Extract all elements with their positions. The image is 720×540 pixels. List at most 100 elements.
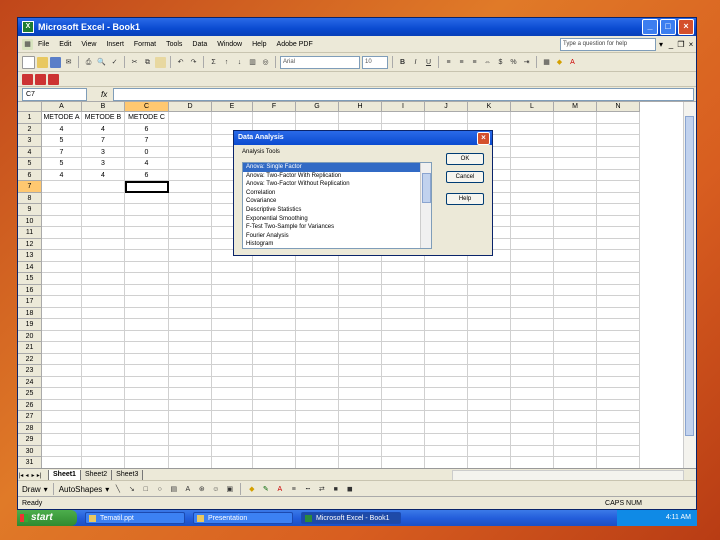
cell[interactable] [511,330,554,342]
cell[interactable] [212,273,253,285]
column-header[interactable]: M [554,102,597,112]
cell[interactable] [169,457,212,468]
cell[interactable] [468,376,511,388]
fill-color-icon[interactable]: ◆ [554,57,565,68]
cell[interactable] [597,215,640,227]
row-header[interactable]: 29 [18,434,42,446]
pdf-icon[interactable] [22,73,33,85]
cell[interactable] [597,135,640,147]
cell[interactable] [125,307,169,319]
cell[interactable] [339,319,382,331]
tab-sheet1[interactable]: Sheet1 [48,469,81,481]
cell[interactable] [511,307,554,319]
cell[interactable] [296,434,339,446]
cell[interactable] [382,457,425,468]
cell[interactable] [468,261,511,273]
cell[interactable] [425,296,468,308]
cell[interactable] [169,192,212,204]
last-sheet-icon[interactable]: ▸| [36,472,42,479]
cell[interactable] [212,284,253,296]
cell[interactable]: 4 [82,123,125,135]
cell[interactable] [296,112,339,124]
cell[interactable] [82,273,125,285]
cell[interactable] [125,411,169,423]
cell[interactable] [554,411,597,423]
cell[interactable] [597,388,640,400]
cell[interactable] [382,319,425,331]
analysis-tool-item[interactable]: Histogram [243,240,431,248]
cell[interactable] [511,434,554,446]
cell[interactable] [253,112,296,124]
cell[interactable] [212,411,253,423]
cell[interactable] [425,422,468,434]
cell[interactable] [169,399,212,411]
row-header[interactable]: 18 [18,307,42,319]
ok-button[interactable]: OK [446,153,484,165]
column-header[interactable]: C [125,102,169,112]
cell[interactable] [125,250,169,262]
cell[interactable] [468,307,511,319]
cell[interactable] [339,422,382,434]
cell[interactable] [554,215,597,227]
cell[interactable] [554,135,597,147]
cell[interactable] [468,411,511,423]
borders-icon[interactable]: ▦ [541,57,552,68]
line-color-icon[interactable]: ✎ [260,484,271,495]
cell[interactable] [554,307,597,319]
cell[interactable] [597,342,640,354]
cell[interactable] [554,146,597,158]
analysis-tool-item[interactable]: Exponential Smoothing [243,215,431,224]
cell[interactable] [597,399,640,411]
cell[interactable] [511,169,554,181]
doc-close-icon[interactable]: × [686,40,696,49]
cell[interactable] [597,319,640,331]
cell[interactable] [253,457,296,468]
cell[interactable] [82,457,125,468]
cell[interactable] [253,399,296,411]
cell[interactable] [554,296,597,308]
cell[interactable] [425,353,468,365]
cell[interactable] [339,353,382,365]
analysis-tool-item[interactable]: Covariance [243,197,431,206]
cell[interactable] [511,112,554,124]
row-header[interactable]: 3 [18,135,42,147]
cell[interactable] [42,342,82,354]
cell[interactable] [511,353,554,365]
cell[interactable] [169,388,212,400]
pdf-review-icon[interactable] [48,73,59,85]
cell[interactable] [554,158,597,170]
cell[interactable] [339,388,382,400]
cell[interactable]: METODE C [125,112,169,124]
cell[interactable] [125,261,169,273]
cell[interactable] [597,146,640,158]
chart-wizard-icon[interactable]: ▥ [247,57,258,68]
cell[interactable] [169,146,212,158]
cell[interactable] [511,296,554,308]
sort-descending-icon[interactable]: ↓ [234,57,245,68]
cut-icon[interactable]: ✂ [129,57,140,68]
print-preview-icon[interactable]: 🔍 [96,57,107,68]
cell[interactable] [425,388,468,400]
cell[interactable] [42,215,82,227]
maximize-button[interactable]: □ [660,19,676,35]
cell[interactable] [125,457,169,468]
analysis-tools-list[interactable]: Anova: Single Factor Anova: Two-Factor Wi… [242,162,432,249]
cell[interactable] [212,112,253,124]
cell[interactable] [125,319,169,331]
cell[interactable] [169,238,212,250]
cell[interactable] [125,376,169,388]
cell[interactable] [597,238,640,250]
cell[interactable] [554,273,597,285]
cell[interactable] [169,445,212,457]
cell[interactable] [169,135,212,147]
cell[interactable] [82,284,125,296]
cell[interactable] [169,422,212,434]
cell[interactable] [425,411,468,423]
cell[interactable] [42,238,82,250]
cell[interactable] [382,353,425,365]
cell[interactable] [212,307,253,319]
cell[interactable] [382,330,425,342]
cell[interactable] [42,365,82,377]
draw-dropdown-icon[interactable]: ▾ [44,485,48,494]
cell[interactable] [554,250,597,262]
